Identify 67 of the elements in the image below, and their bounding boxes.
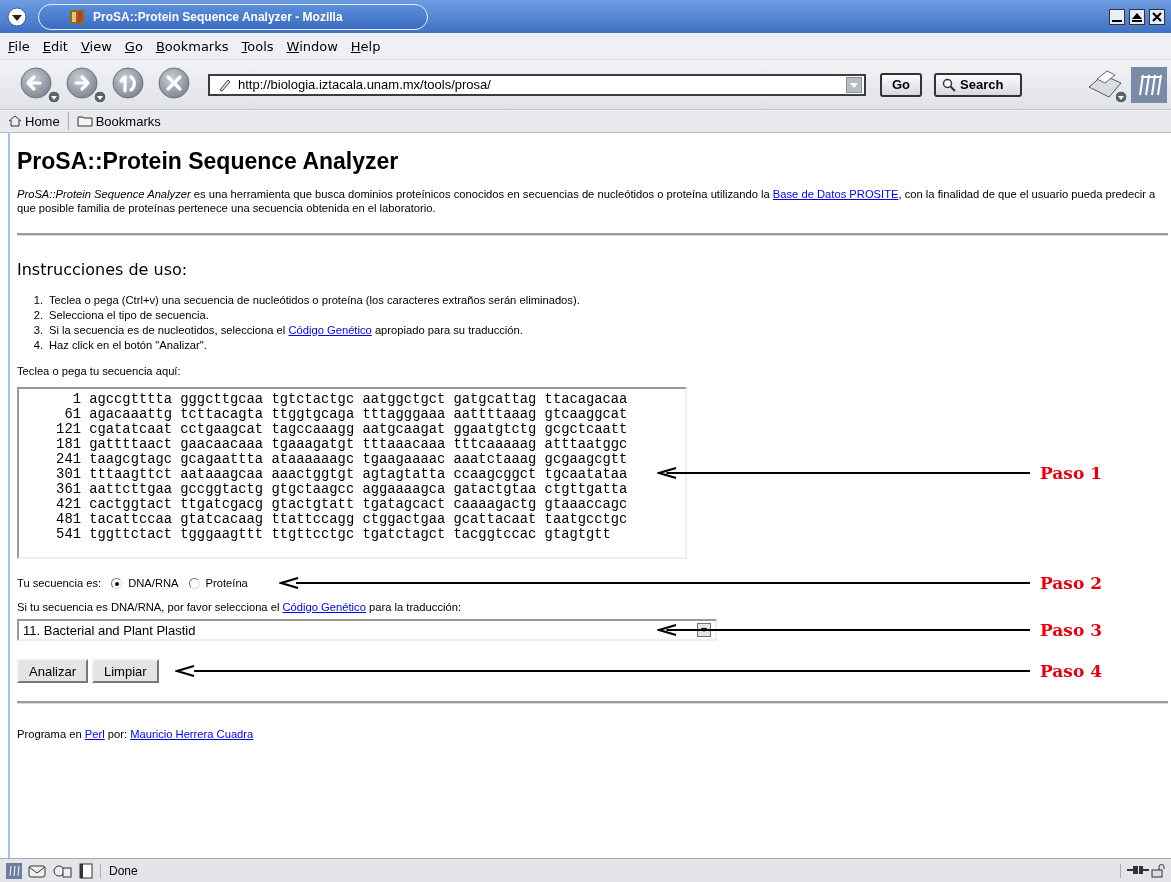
minimize-icon[interactable]	[1109, 8, 1125, 25]
step-text: Teclea o pega (Ctrl+v) una secuencia de nucleótidos o proteína (los caracteres extraños serán eliminados).	[49, 293, 580, 308]
step-number: 3.	[32, 323, 43, 338]
chat-icon[interactable]	[52, 862, 72, 879]
menu-item[interactable]: Bookmarks	[155, 38, 229, 54]
intro-paragraph: ProSA::Protein Sequence Analyzer es una herramienta que busca dominios proteínicos conocidos en secuencias de nucleótidos o proteína utilizando la Base de Datos PROSITE, con la finalidad de que el usuario pueda predecir a que posible familia de proteínas pertenece una secuencia obtenida en el laboratorio.	[17, 187, 1157, 215]
arrow-head-icon	[657, 623, 677, 637]
step-annotation: Paso 2	[1040, 572, 1103, 595]
step-text: Si la secuencia es de nucleotidos, selecciona el Código Genético apropiado para su traducción.	[49, 323, 523, 338]
window-menu-icon[interactable]	[6, 5, 28, 28]
home-link[interactable]: Home	[8, 113, 60, 129]
house-icon	[8, 115, 22, 127]
step-annotation: Paso 1	[1040, 462, 1103, 485]
step-text: Haz click en el botón "Analizar".	[49, 338, 207, 353]
menu-item[interactable]: Edit	[42, 38, 68, 54]
close-icon[interactable]	[1149, 8, 1165, 25]
page-icon	[218, 77, 232, 92]
menu-item[interactable]: File	[8, 38, 30, 54]
form-button[interactable]: Analizar	[17, 659, 88, 683]
link[interactable]: Código Genético	[288, 324, 372, 336]
menu-item[interactable]: Tools	[241, 38, 274, 54]
menu-item[interactable]: Window	[286, 38, 338, 54]
footer-text: Programa en Perl por: Mauricio Herrera Cuadra	[17, 728, 255, 740]
arrow-head-icon	[279, 576, 299, 590]
throbber-logo-icon[interactable]	[1131, 66, 1167, 103]
window-title: ProSA::Protein Sequence Analyzer - Mozilla	[93, 9, 343, 24]
form-button[interactable]: Limpiar	[91, 659, 159, 683]
radio-label: Proteína	[205, 577, 248, 589]
search-button[interactable]: Search	[934, 72, 1022, 97]
back-icon[interactable]	[18, 64, 62, 105]
lock-icon	[1151, 863, 1165, 878]
genetic-code-dropdown[interactable]: 11. Bacterial and Plant Plastid	[17, 619, 717, 641]
radio-button[interactable]	[111, 577, 123, 589]
status-text: Done	[100, 863, 1121, 878]
bookmarks-folder[interactable]: Bookmarks	[76, 113, 161, 129]
arrow-head-icon	[175, 664, 195, 678]
link[interactable]: Perl	[84, 728, 105, 740]
step-annotation: Paso 3	[1040, 619, 1103, 642]
step-annotation: Paso 4	[1040, 660, 1103, 683]
menu-item[interactable]: Go	[124, 38, 143, 54]
link[interactable]: Código Genético	[282, 601, 366, 613]
maximize-icon[interactable]	[1129, 8, 1145, 25]
step-number: 1.	[32, 293, 43, 308]
go-button[interactable]: Go	[880, 72, 922, 97]
forward-icon[interactable]	[64, 64, 108, 105]
link[interactable]: Mauricio Herrera Cuadra	[130, 728, 254, 740]
app-icon[interactable]	[69, 8, 85, 25]
mail-icon[interactable]	[28, 862, 46, 879]
arrow-head-icon	[657, 466, 677, 480]
navigator-icon[interactable]	[6, 862, 22, 879]
search-icon	[942, 77, 956, 92]
menu-item[interactable]: View	[80, 38, 112, 54]
step-text: Selecciona el tipo de secuencia.	[49, 308, 209, 323]
field-label: Teclea o pega tu secuencia aquí:	[17, 365, 182, 377]
radio-label: DNA/RNA	[128, 577, 179, 589]
sequence-field[interactable]: 1 agccgtttta gggcttgcaa tgtctactgc aatggctgct gatgcattag ttacagacaa 61 agacaaattg tcttacagta ttggtgcaga tttagggaaa aattttaaag gtcaaggcat 121 cgatatcaat cctgaagcat tagccaaagg aatgcaagat ggaatgtctg gcgctcaatt 181 gattttaact gaacaacaaa tgaaagatgt tttaaacaaa tttcaaaaag atttaatggc 241 taagcgtagc gcagaattta ataaaaaagc tgaagaaaac aaatctaaag gcgaagcgtt 301 tttaagttct aataaagcaa aaactggtgt agtagtatta ccaagcggct tgcaatataa 361 aattcttgaa gccggtactg gtgctaagcc aggaaaagca gatactgtaa ctgttgatta 421 cactggtact ttgatcgacg gtactgtatt tgatagcact caaaagactg gtaaaccagc 481 tacattccaa gtatcacaag ttattccagg ctggactgaa gcattacaat taatgcctgc 541 tggttctact tgggaagttt ttgttcctgc tgatctagct tacggtccac gtagtgtt	[17, 387, 687, 559]
step-number: 2.	[32, 308, 43, 323]
online-icon[interactable]	[1127, 863, 1149, 876]
step-number: 4.	[32, 338, 43, 353]
composer-icon[interactable]	[78, 862, 94, 879]
radio-button[interactable]	[188, 577, 200, 589]
folder-icon	[76, 115, 93, 127]
field-label: Tu secuencia es:	[17, 577, 102, 589]
menu-item[interactable]: Help	[350, 38, 381, 54]
field-label: Si tu secuencia es DNA/RNA, por favor selecciona el Código Genético para la traducción:	[17, 601, 462, 613]
page-heading: ProSA::Protein Sequence Analyzer	[17, 148, 400, 175]
section-heading: Instrucciones de uso:	[17, 260, 189, 279]
